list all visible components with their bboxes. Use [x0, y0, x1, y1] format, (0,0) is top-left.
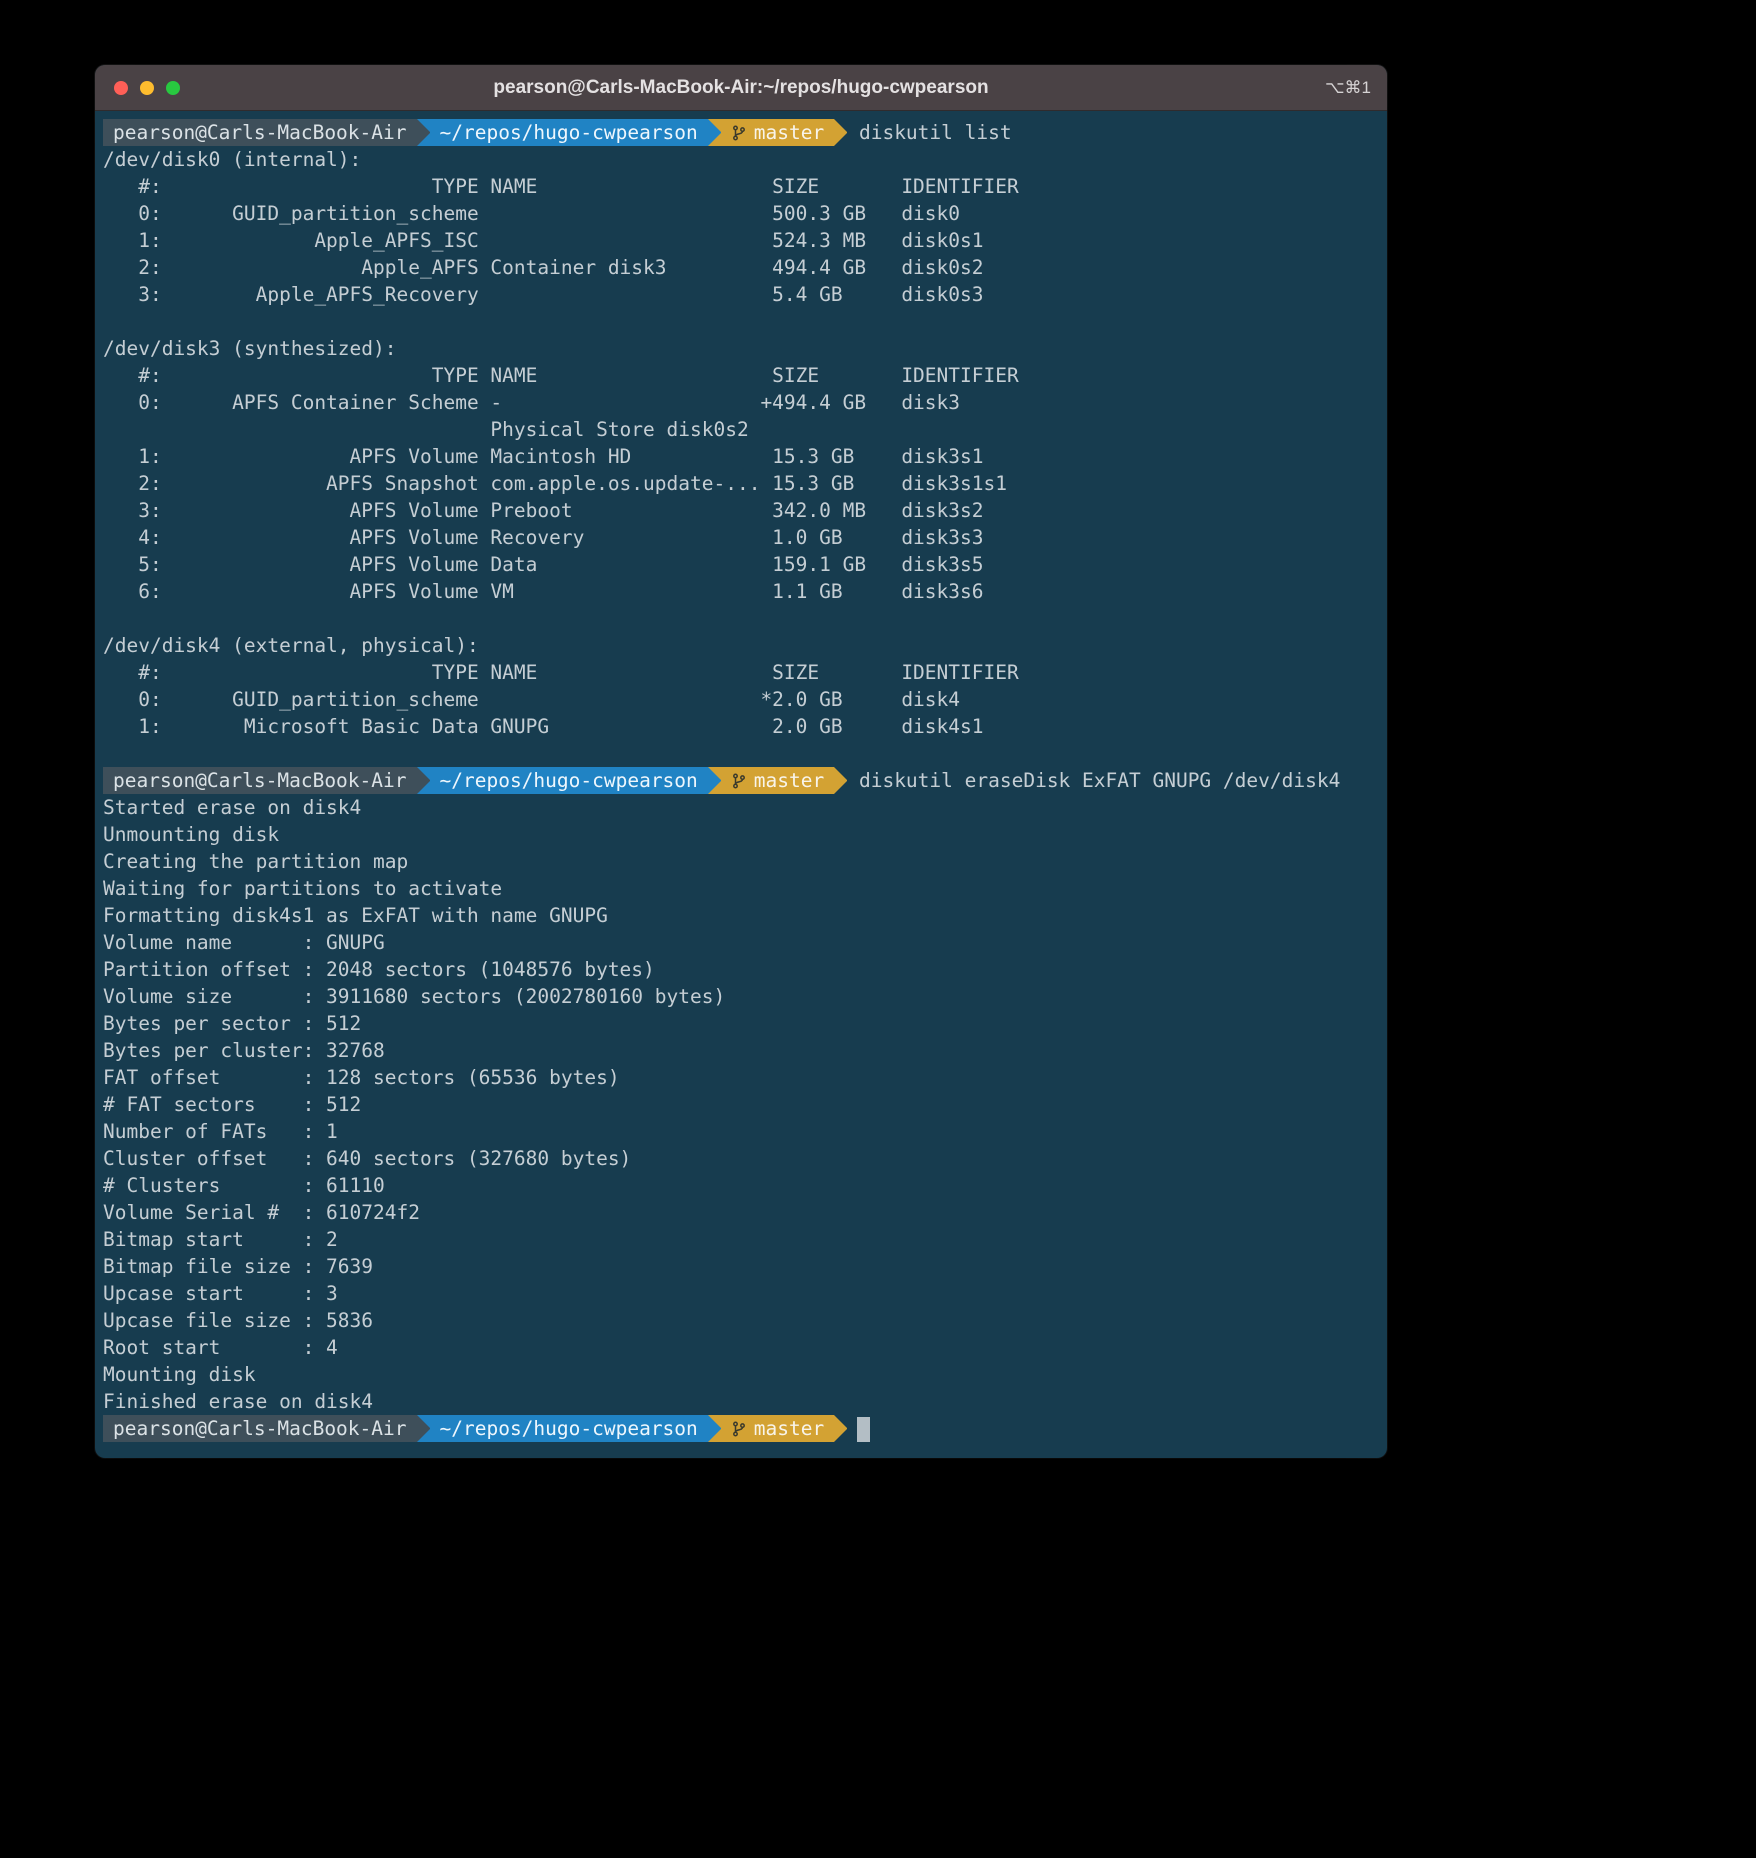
titlebar[interactable]: pearson@Carls-MacBook-Air:~/repos/hugo-c…: [95, 65, 1387, 111]
window-shortcut-hint: ⌥⌘1: [1325, 78, 1371, 98]
terminal-output-line: /dev/disk3 (synthesized):: [103, 335, 1379, 362]
prompt-git-branch: master: [721, 767, 834, 794]
powerline-separator-icon: [708, 767, 721, 794]
terminal-output-line: Waiting for partitions to activate: [103, 875, 1379, 902]
prompt-line: pearson@Carls-MacBook-Air ~/repos/hugo-cw…: [103, 1415, 1379, 1442]
zoom-button[interactable]: [166, 81, 180, 95]
terminal-output-line: Number of FATs : 1: [103, 1118, 1379, 1145]
terminal-output-line: #: TYPE NAME SIZE IDENTIFIER: [103, 173, 1379, 200]
terminal-output-line: Partition offset : 2048 sectors (1048576…: [103, 956, 1379, 983]
terminal-output-line: 3: Apple_APFS_Recovery 5.4 GB disk0s3: [103, 281, 1379, 308]
terminal-content[interactable]: pearson@Carls-MacBook-Air ~/repos/hugo-cw…: [95, 111, 1387, 1442]
prompt-directory: ~/repos/hugo-cwpearson: [430, 119, 708, 146]
terminal-output-line: /dev/disk0 (internal):: [103, 146, 1379, 173]
terminal-output-line: 1: Apple_APFS_ISC 524.3 MB disk0s1: [103, 227, 1379, 254]
terminal-output-line: # FAT sectors : 512: [103, 1091, 1379, 1118]
prompt-directory: ~/repos/hugo-cwpearson: [430, 1415, 708, 1442]
terminal-output-line: 6: APFS Volume VM 1.1 GB disk3s6: [103, 578, 1379, 605]
terminal-output-line: Bitmap start : 2: [103, 1226, 1379, 1253]
terminal-output-line: 0: GUID_partition_scheme 500.3 GB disk0: [103, 200, 1379, 227]
terminal-output-line: 4: APFS Volume Recovery 1.0 GB disk3s3: [103, 524, 1379, 551]
git-branch-label: master: [754, 119, 824, 146]
terminal-output-line: 0: GUID_partition_scheme *2.0 GB disk4: [103, 686, 1379, 713]
terminal-output-line: 1: APFS Volume Macintosh HD 15.3 GB disk…: [103, 443, 1379, 470]
minimize-button[interactable]: [140, 81, 154, 95]
terminal-output-line: 5: APFS Volume Data 159.1 GB disk3s5: [103, 551, 1379, 578]
powerline-separator-icon: [417, 119, 430, 146]
powerline-separator-icon: [417, 767, 430, 794]
terminal-output-line: Bytes per sector : 512: [103, 1010, 1379, 1037]
terminal-output-line: Cluster offset : 640 sectors (327680 byt…: [103, 1145, 1379, 1172]
terminal-output-line: Unmounting disk: [103, 821, 1379, 848]
terminal-output-line: #: TYPE NAME SIZE IDENTIFIER: [103, 659, 1379, 686]
terminal-cursor: [857, 1417, 870, 1442]
prompt-git-branch: master: [721, 1415, 834, 1442]
terminal-output-line: Volume Serial # : 610724f2: [103, 1199, 1379, 1226]
terminal-output-line: FAT offset : 128 sectors (65536 bytes): [103, 1064, 1379, 1091]
prompt-user-host: pearson@Carls-MacBook-Air: [103, 119, 417, 146]
terminal-output-line: #: TYPE NAME SIZE IDENTIFIER: [103, 362, 1379, 389]
terminal-output-line: Bitmap file size : 7639: [103, 1253, 1379, 1280]
terminal-output-line: Started erase on disk4: [103, 794, 1379, 821]
terminal-output-line: 3: APFS Volume Preboot 342.0 MB disk3s2: [103, 497, 1379, 524]
terminal-output-line: Bytes per cluster: 32768: [103, 1037, 1379, 1064]
git-branch-label: master: [754, 767, 824, 794]
terminal-output-line: 2: APFS Snapshot com.apple.os.update-...…: [103, 470, 1379, 497]
terminal-output-line: # Clusters : 61110: [103, 1172, 1379, 1199]
command-text: diskutil eraseDisk ExFAT GNUPG /dev/disk…: [847, 767, 1340, 794]
terminal-output-line: Physical Store disk0s2: [103, 416, 1379, 443]
terminal-output-line: Mounting disk: [103, 1361, 1379, 1388]
prompt-directory: ~/repos/hugo-cwpearson: [430, 767, 708, 794]
terminal-output-line: 0: APFS Container Scheme - +494.4 GB dis…: [103, 389, 1379, 416]
git-branch-icon: [731, 125, 747, 141]
git-branch-icon: [731, 1421, 747, 1437]
terminal-output-line: /dev/disk4 (external, physical):: [103, 632, 1379, 659]
powerline-separator-icon: [708, 119, 721, 146]
prompt-user-host: pearson@Carls-MacBook-Air: [103, 767, 417, 794]
prompt-line: pearson@Carls-MacBook-Air ~/repos/hugo-cw…: [103, 119, 1379, 146]
terminal-output-line: Volume name : GNUPG: [103, 929, 1379, 956]
close-button[interactable]: [114, 81, 128, 95]
powerline-separator-icon: [834, 119, 847, 146]
powerline-separator-icon: [417, 1415, 430, 1442]
prompt-git-branch: master: [721, 119, 834, 146]
terminal-output-line: [103, 308, 1379, 335]
command-text: diskutil list: [847, 119, 1011, 146]
powerline-separator-icon: [708, 1415, 721, 1442]
terminal-output-line: [103, 605, 1379, 632]
terminal-output-line: Upcase file size : 5836: [103, 1307, 1379, 1334]
terminal-output-line: Formatting disk4s1 as ExFAT with name GN…: [103, 902, 1379, 929]
prompt-user-host: pearson@Carls-MacBook-Air: [103, 1415, 417, 1442]
traffic-lights: [95, 81, 180, 95]
terminal-output-line: Volume size : 3911680 sectors (200278016…: [103, 983, 1379, 1010]
terminal-output-line: [103, 740, 1379, 767]
terminal-window: pearson@Carls-MacBook-Air:~/repos/hugo-c…: [95, 65, 1387, 1458]
window-title: pearson@Carls-MacBook-Air:~/repos/hugo-c…: [95, 77, 1387, 99]
terminal-output-line: Upcase start : 3: [103, 1280, 1379, 1307]
terminal-output-line: 2: Apple_APFS Container disk3 494.4 GB d…: [103, 254, 1379, 281]
terminal-output-line: Creating the partition map: [103, 848, 1379, 875]
terminal-output-line: 1: Microsoft Basic Data GNUPG 2.0 GB dis…: [103, 713, 1379, 740]
powerline-separator-icon: [834, 767, 847, 794]
terminal-output-line: Root start : 4: [103, 1334, 1379, 1361]
powerline-separator-icon: [834, 1415, 847, 1442]
git-branch-label: master: [754, 1415, 824, 1442]
prompt-line: pearson@Carls-MacBook-Air ~/repos/hugo-cw…: [103, 767, 1379, 794]
terminal-output-line: Finished erase on disk4: [103, 1388, 1379, 1415]
git-branch-icon: [731, 773, 747, 789]
